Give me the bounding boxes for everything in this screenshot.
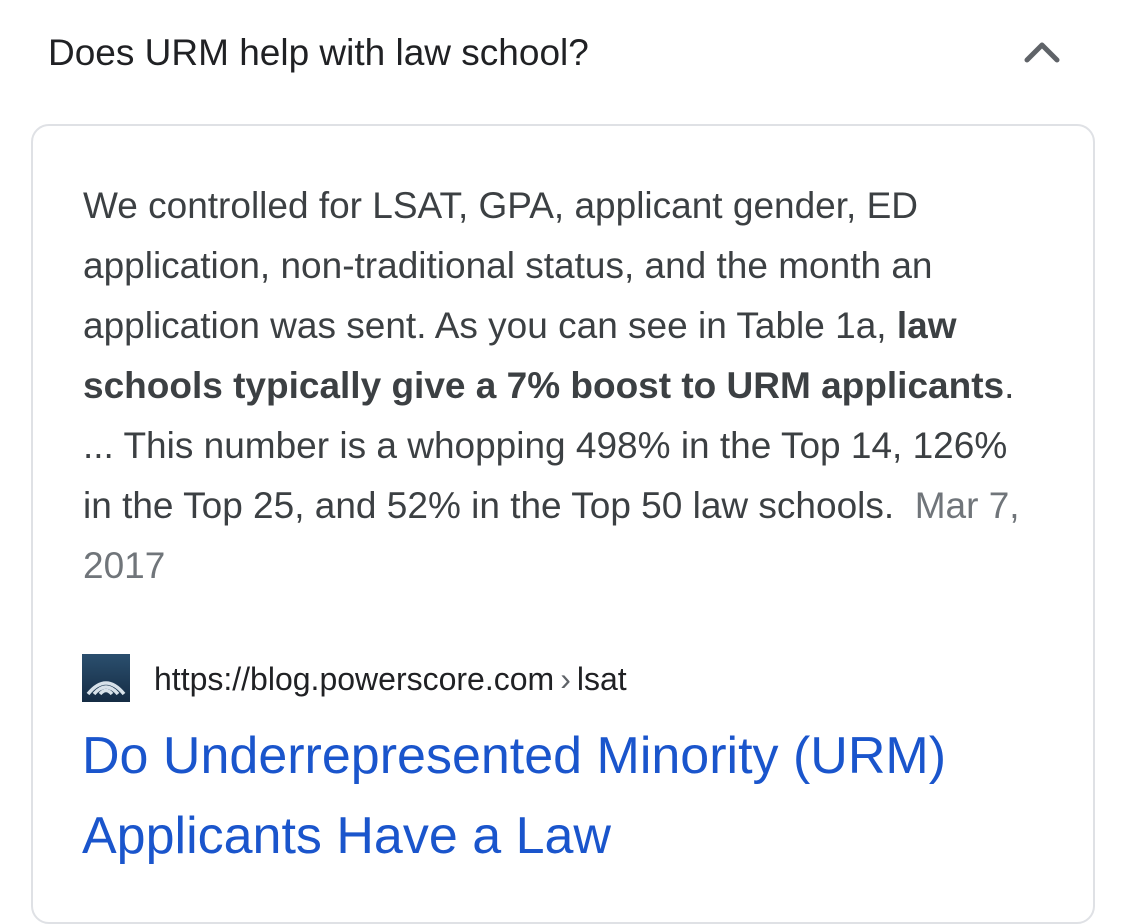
chevron-up-icon[interactable] xyxy=(1022,36,1062,66)
snippet-before-bold: We controlled for LSAT, GPA, applicant g… xyxy=(83,185,933,346)
source-row[interactable]: https://blog.powerscore.com › lsat xyxy=(82,654,982,704)
question-text: Does URM help with law school? xyxy=(48,32,589,73)
result-title-link[interactable]: Do Underrepresented Minority (URM) Appli… xyxy=(82,716,1042,876)
source-url[interactable]: https://blog.powerscore.com › lsat xyxy=(154,658,627,700)
source-domain: https://blog.powerscore.com xyxy=(154,661,555,697)
snippet-text: We controlled for LSAT, GPA, applicant g… xyxy=(83,176,1043,596)
powerscore-favicon-icon xyxy=(82,654,130,702)
breadcrumb-separator: › xyxy=(560,661,571,697)
answer-card: We controlled for LSAT, GPA, applicant g… xyxy=(31,124,1095,924)
source-path: lsat xyxy=(576,661,627,697)
question-header[interactable]: Does URM help with law school? xyxy=(0,0,1125,110)
